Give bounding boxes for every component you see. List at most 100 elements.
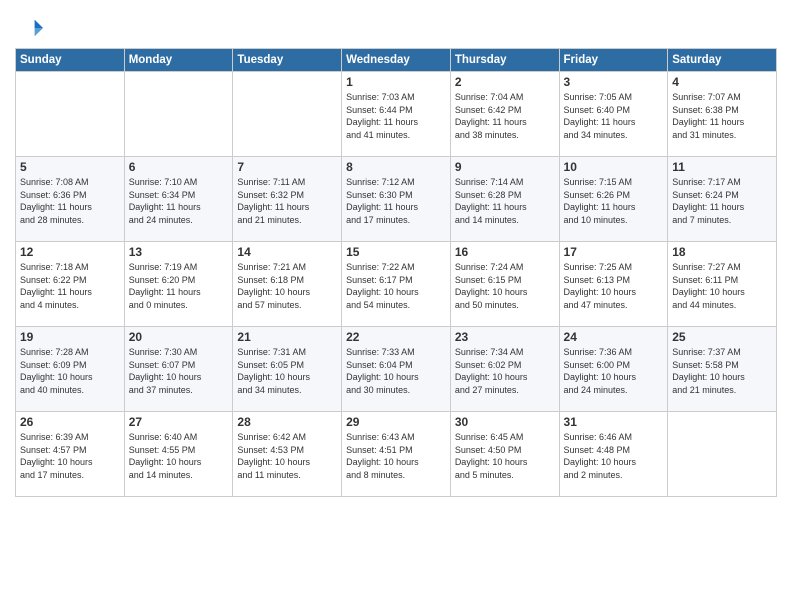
day-info: Sunrise: 7:31 AM Sunset: 6:05 PM Dayligh… <box>237 346 337 396</box>
calendar-cell <box>16 72 125 157</box>
calendar-cell: 27 Sunrise: 6:40 AM Sunset: 4:55 PM Dayli… <box>124 412 233 497</box>
day-number: 13 <box>129 245 229 259</box>
day-info: Sunrise: 7:25 AM Sunset: 6:13 PM Dayligh… <box>564 261 664 311</box>
day-number: 7 <box>237 160 337 174</box>
week-row-5: 26 Sunrise: 6:39 AM Sunset: 4:57 PM Dayli… <box>16 412 777 497</box>
calendar-cell: 25 Sunrise: 7:37 AM Sunset: 5:58 PM Dayli… <box>668 327 777 412</box>
calendar-cell: 12 Sunrise: 7:18 AM Sunset: 6:22 PM Dayli… <box>16 242 125 327</box>
day-info: Sunrise: 7:22 AM Sunset: 6:17 PM Dayligh… <box>346 261 446 311</box>
day-info: Sunrise: 7:14 AM Sunset: 6:28 PM Dayligh… <box>455 176 555 226</box>
day-info: Sunrise: 7:08 AM Sunset: 6:36 PM Dayligh… <box>20 176 120 226</box>
day-info: Sunrise: 7:12 AM Sunset: 6:30 PM Dayligh… <box>346 176 446 226</box>
day-number: 15 <box>346 245 446 259</box>
day-info: Sunrise: 7:34 AM Sunset: 6:02 PM Dayligh… <box>455 346 555 396</box>
calendar-cell <box>124 72 233 157</box>
calendar-cell: 10 Sunrise: 7:15 AM Sunset: 6:26 PM Dayli… <box>559 157 668 242</box>
calendar-cell: 17 Sunrise: 7:25 AM Sunset: 6:13 PM Dayli… <box>559 242 668 327</box>
day-number: 12 <box>20 245 120 259</box>
day-number: 20 <box>129 330 229 344</box>
day-info: Sunrise: 7:07 AM Sunset: 6:38 PM Dayligh… <box>672 91 772 141</box>
day-number: 21 <box>237 330 337 344</box>
day-number: 27 <box>129 415 229 429</box>
calendar-cell: 23 Sunrise: 7:34 AM Sunset: 6:02 PM Dayli… <box>450 327 559 412</box>
page: SundayMondayTuesdayWednesdayThursdayFrid… <box>0 0 792 612</box>
calendar-cell: 8 Sunrise: 7:12 AM Sunset: 6:30 PM Daylig… <box>342 157 451 242</box>
calendar-cell: 29 Sunrise: 6:43 AM Sunset: 4:51 PM Dayli… <box>342 412 451 497</box>
day-number: 17 <box>564 245 664 259</box>
calendar-cell: 6 Sunrise: 7:10 AM Sunset: 6:34 PM Daylig… <box>124 157 233 242</box>
day-number: 4 <box>672 75 772 89</box>
calendar-cell: 1 Sunrise: 7:03 AM Sunset: 6:44 PM Daylig… <box>342 72 451 157</box>
day-number: 25 <box>672 330 772 344</box>
day-info: Sunrise: 7:21 AM Sunset: 6:18 PM Dayligh… <box>237 261 337 311</box>
day-info: Sunrise: 7:03 AM Sunset: 6:44 PM Dayligh… <box>346 91 446 141</box>
calendar-cell: 13Sunrise: 7:19 AM Sunset: 6:20 PM Dayli… <box>124 242 233 327</box>
calendar-cell: 4 Sunrise: 7:07 AM Sunset: 6:38 PM Daylig… <box>668 72 777 157</box>
day-number: 31 <box>564 415 664 429</box>
day-number: 29 <box>346 415 446 429</box>
day-number: 23 <box>455 330 555 344</box>
day-info: Sunrise: 7:37 AM Sunset: 5:58 PM Dayligh… <box>672 346 772 396</box>
day-info: Sunrise: 6:43 AM Sunset: 4:51 PM Dayligh… <box>346 431 446 481</box>
calendar-cell: 31 Sunrise: 6:46 AM Sunset: 4:48 PM Dayli… <box>559 412 668 497</box>
day-number: 8 <box>346 160 446 174</box>
week-row-3: 12 Sunrise: 7:18 AM Sunset: 6:22 PM Dayli… <box>16 242 777 327</box>
week-row-4: 19Sunrise: 7:28 AM Sunset: 6:09 PM Dayli… <box>16 327 777 412</box>
day-number: 6 <box>129 160 229 174</box>
day-number: 30 <box>455 415 555 429</box>
day-info: Sunrise: 7:05 AM Sunset: 6:40 PM Dayligh… <box>564 91 664 141</box>
calendar-cell <box>233 72 342 157</box>
day-number: 16 <box>455 245 555 259</box>
calendar-cell: 15 Sunrise: 7:22 AM Sunset: 6:17 PM Dayli… <box>342 242 451 327</box>
day-info: Sunrise: 7:10 AM Sunset: 6:34 PM Dayligh… <box>129 176 229 226</box>
calendar: SundayMondayTuesdayWednesdayThursdayFrid… <box>15 48 777 497</box>
week-row-2: 5 Sunrise: 7:08 AM Sunset: 6:36 PM Daylig… <box>16 157 777 242</box>
weekday-header-saturday: Saturday <box>668 49 777 72</box>
day-info: Sunrise: 7:36 AM Sunset: 6:00 PM Dayligh… <box>564 346 664 396</box>
weekday-header-thursday: Thursday <box>450 49 559 72</box>
day-info: Sunrise: 6:40 AM Sunset: 4:55 PM Dayligh… <box>129 431 229 481</box>
weekday-header-wednesday: Wednesday <box>342 49 451 72</box>
calendar-cell: 20 Sunrise: 7:30 AM Sunset: 6:07 PM Dayli… <box>124 327 233 412</box>
calendar-cell: 16 Sunrise: 7:24 AM Sunset: 6:15 PM Dayli… <box>450 242 559 327</box>
day-number: 26 <box>20 415 120 429</box>
day-info: Sunrise: 7:30 AM Sunset: 6:07 PM Dayligh… <box>129 346 229 396</box>
calendar-cell: 2 Sunrise: 7:04 AM Sunset: 6:42 PM Daylig… <box>450 72 559 157</box>
calendar-cell: 30 Sunrise: 6:45 AM Sunset: 4:50 PM Dayli… <box>450 412 559 497</box>
weekday-header-tuesday: Tuesday <box>233 49 342 72</box>
calendar-cell: 26 Sunrise: 6:39 AM Sunset: 4:57 PM Dayli… <box>16 412 125 497</box>
day-number: 5 <box>20 160 120 174</box>
day-info: Sunrise: 7:17 AM Sunset: 6:24 PM Dayligh… <box>672 176 772 226</box>
day-number: 10 <box>564 160 664 174</box>
day-info: Sunrise: 6:45 AM Sunset: 4:50 PM Dayligh… <box>455 431 555 481</box>
day-info: Sunrise: 7:33 AM Sunset: 6:04 PM Dayligh… <box>346 346 446 396</box>
calendar-cell: 21 Sunrise: 7:31 AM Sunset: 6:05 PM Dayli… <box>233 327 342 412</box>
weekday-header-row: SundayMondayTuesdayWednesdayThursdayFrid… <box>16 49 777 72</box>
weekday-header-friday: Friday <box>559 49 668 72</box>
day-number: 28 <box>237 415 337 429</box>
day-number: 11 <box>672 160 772 174</box>
day-info: Sunrise: 7:18 AM Sunset: 6:22 PM Dayligh… <box>20 261 120 311</box>
calendar-cell: 14Sunrise: 7:21 AM Sunset: 6:18 PM Dayli… <box>233 242 342 327</box>
day-number: 24 <box>564 330 664 344</box>
calendar-cell: 24 Sunrise: 7:36 AM Sunset: 6:00 PM Dayli… <box>559 327 668 412</box>
day-number: 2 <box>455 75 555 89</box>
day-info: Sunrise: 6:39 AM Sunset: 4:57 PM Dayligh… <box>20 431 120 481</box>
day-info: Sunrise: 6:46 AM Sunset: 4:48 PM Dayligh… <box>564 431 664 481</box>
day-number: 18 <box>672 245 772 259</box>
day-number: 22 <box>346 330 446 344</box>
weekday-header-sunday: Sunday <box>16 49 125 72</box>
calendar-cell: 18Sunrise: 7:27 AM Sunset: 6:11 PM Dayli… <box>668 242 777 327</box>
week-row-1: 1 Sunrise: 7:03 AM Sunset: 6:44 PM Daylig… <box>16 72 777 157</box>
day-info: Sunrise: 7:04 AM Sunset: 6:42 PM Dayligh… <box>455 91 555 141</box>
day-info: Sunrise: 7:24 AM Sunset: 6:15 PM Dayligh… <box>455 261 555 311</box>
day-info: Sunrise: 7:11 AM Sunset: 6:32 PM Dayligh… <box>237 176 337 226</box>
day-number: 3 <box>564 75 664 89</box>
day-info: Sunrise: 7:15 AM Sunset: 6:26 PM Dayligh… <box>564 176 664 226</box>
day-number: 19 <box>20 330 120 344</box>
calendar-cell: 22 Sunrise: 7:33 AM Sunset: 6:04 PM Dayli… <box>342 327 451 412</box>
calendar-cell: 11 Sunrise: 7:17 AM Sunset: 6:24 PM Dayli… <box>668 157 777 242</box>
weekday-header-monday: Monday <box>124 49 233 72</box>
logo-icon <box>15 14 43 42</box>
day-number: 1 <box>346 75 446 89</box>
